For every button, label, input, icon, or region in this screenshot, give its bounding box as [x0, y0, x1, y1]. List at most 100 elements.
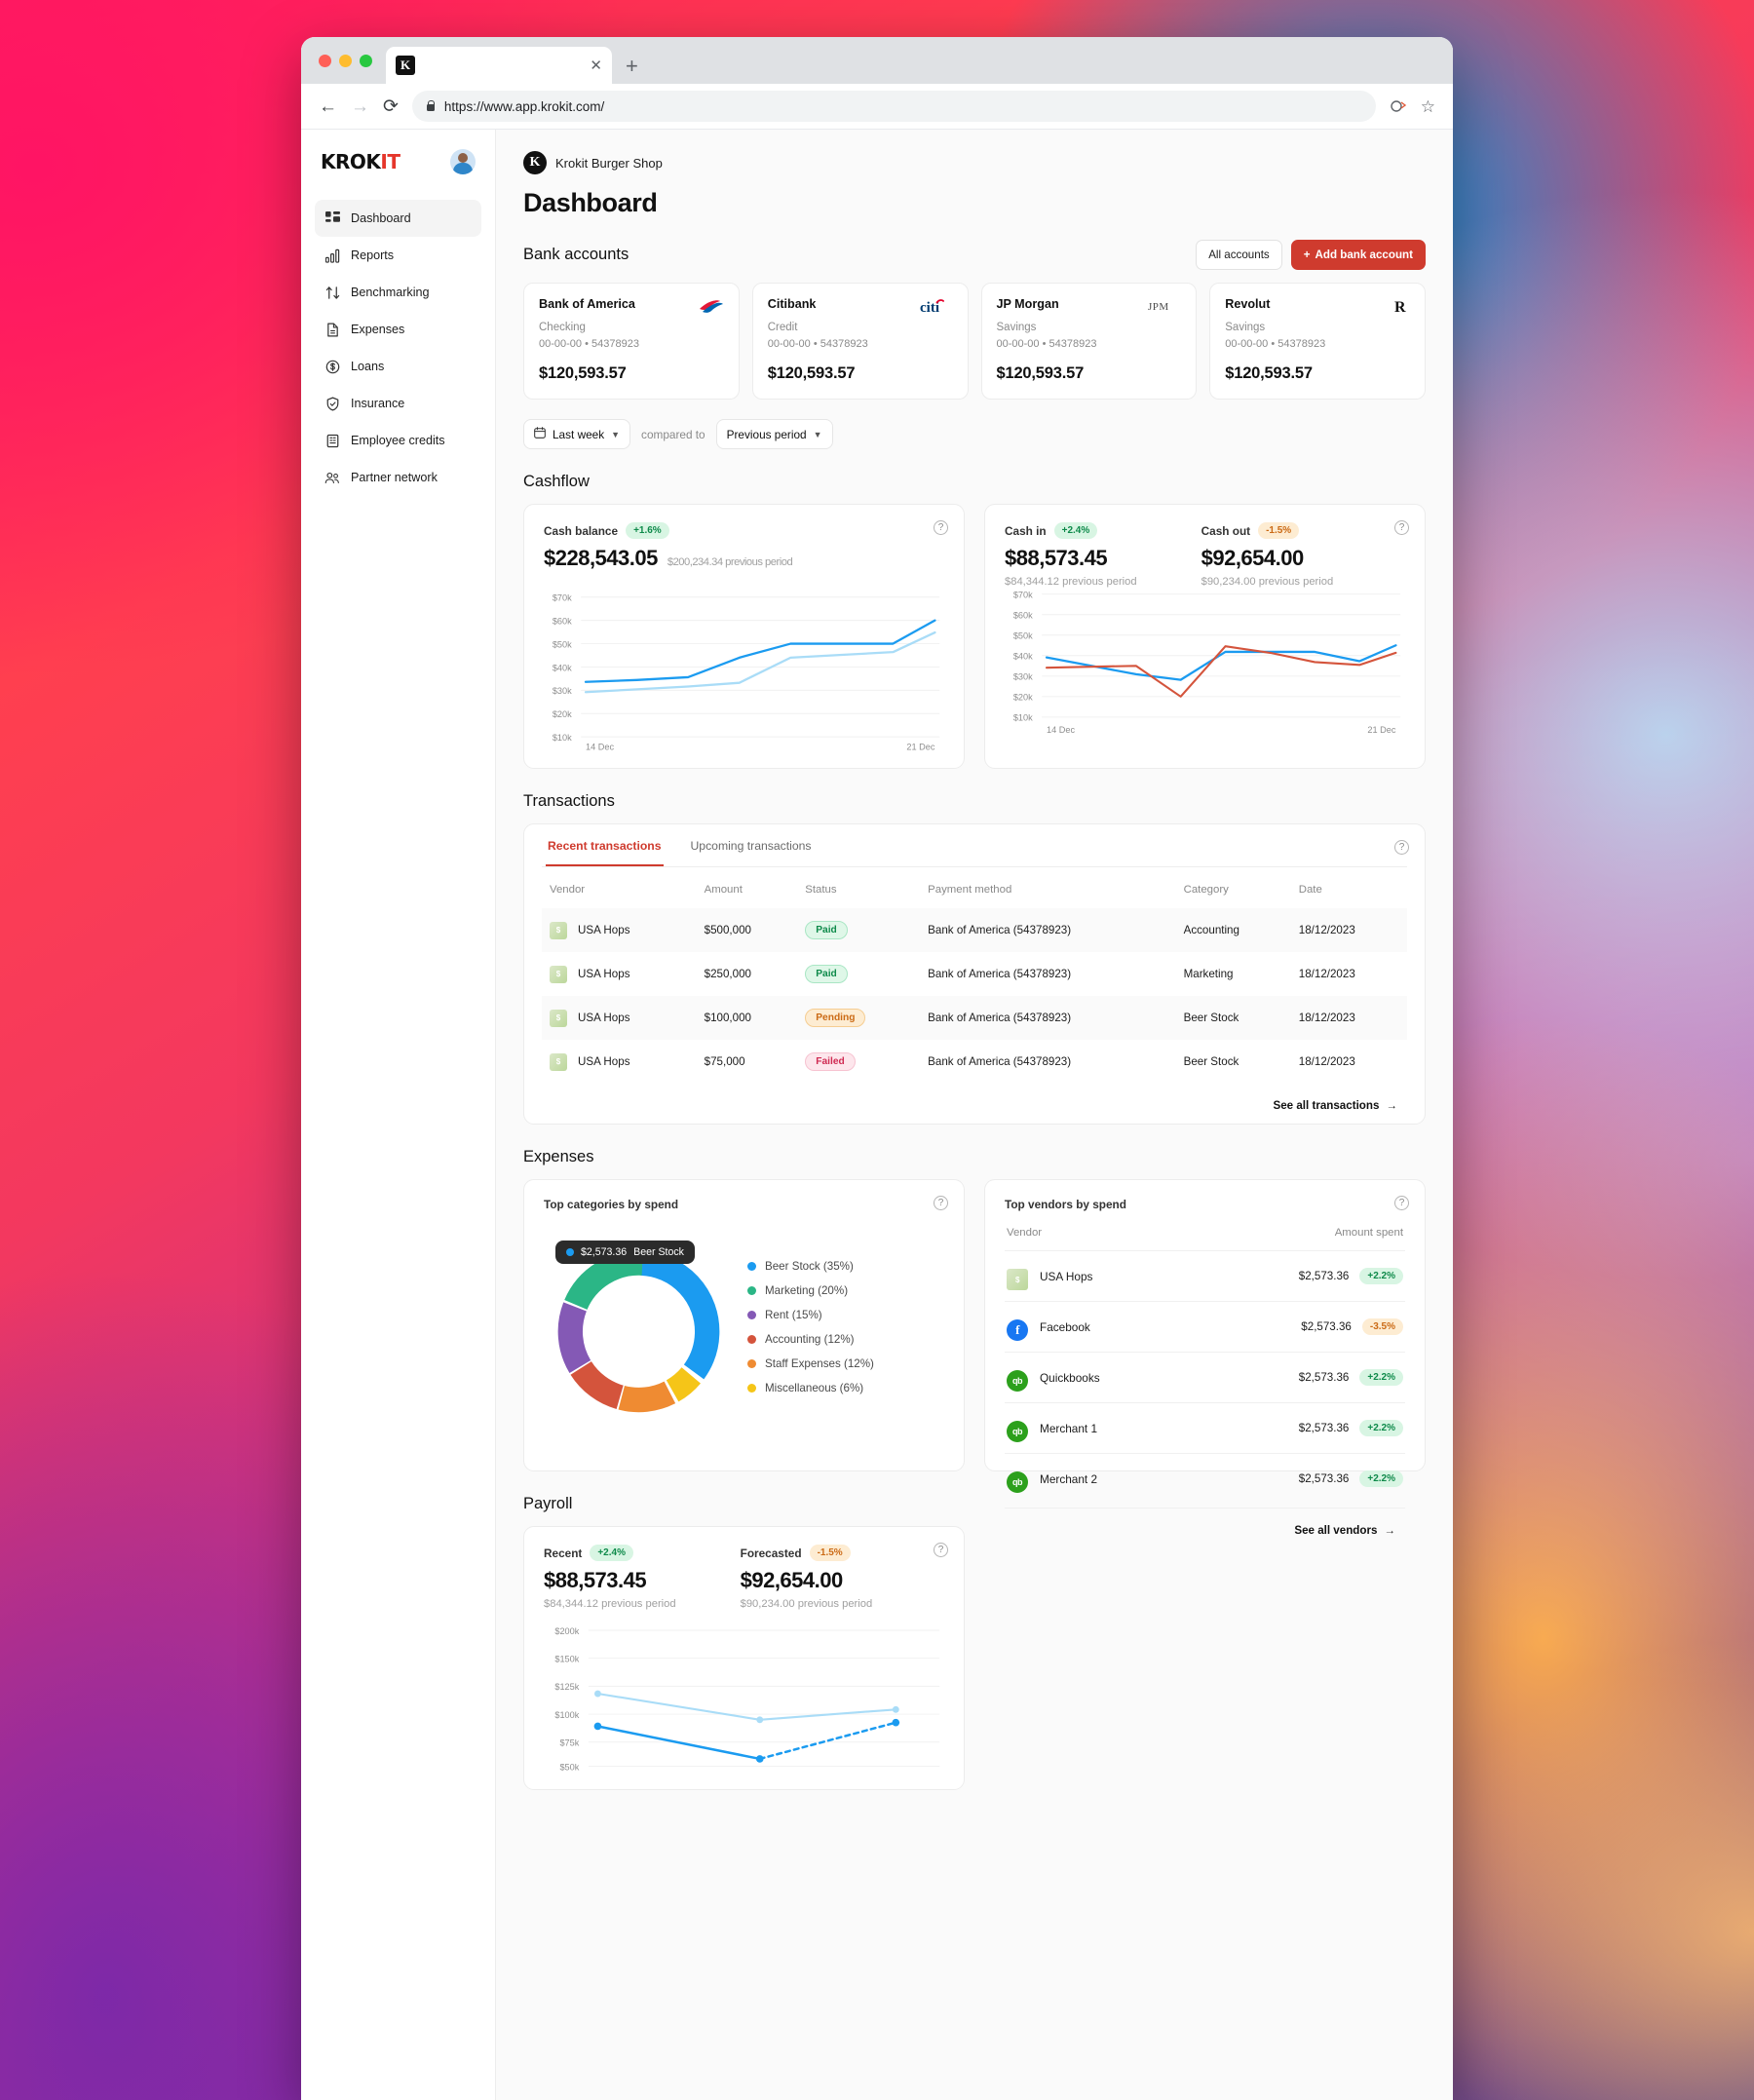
revolut-logo-icon: R — [1394, 297, 1410, 315]
compare-label: compared to — [641, 427, 705, 441]
column-header-date: Date — [1298, 884, 1322, 897]
browser-tabstrip: K ✕ + — [301, 37, 1453, 84]
extensions-icon[interactable] — [1390, 97, 1407, 115]
tab-recent-transactions[interactable]: Recent transactions — [546, 824, 664, 867]
bank-account-cards: Bank of America Checking 00-00-00 • 5437… — [523, 283, 1426, 400]
vendor-amount: $2,573.36 — [1301, 1320, 1352, 1334]
tab-upcoming-transactions[interactable]: Upcoming transactions — [689, 824, 814, 866]
bank-account-card[interactable]: Citibank citi Credit 00-00-00 • 54378923… — [751, 283, 969, 400]
see-all-vendors-link[interactable]: See all vendors → — [1005, 1508, 1405, 1543]
legend-label: Marketing (20%) — [765, 1284, 849, 1298]
svg-text:$50k: $50k — [553, 639, 572, 649]
breadcrumb: K Krokit Burger Shop — [523, 151, 1426, 174]
payroll-recent-metric: Recent +2.4% $88,573.45 $84,344.12 previ… — [544, 1545, 676, 1610]
svg-text:$60k: $60k — [553, 616, 572, 626]
lock-icon — [426, 100, 436, 112]
cell-date: 18/12/2023 — [1298, 1012, 1355, 1025]
bank-account-card[interactable]: JP Morgan JPM Savings 00-00-00 • 5437892… — [980, 283, 1198, 400]
cash-in-label: Cash in — [1005, 523, 1047, 538]
dollar-circle-icon — [324, 359, 340, 374]
table-row[interactable]: $ USA Hops $100,000 Pending Bank of Ameri… — [542, 996, 1407, 1041]
help-icon[interactable]: ? — [934, 1196, 948, 1211]
sidebar-item-dashboard[interactable]: Dashboard — [315, 200, 481, 237]
address-bar[interactable]: https://www.app.krokit.com/ — [411, 91, 1376, 122]
sidebar-item-employee-credits[interactable]: Employee credits — [315, 422, 481, 459]
help-icon[interactable]: ? — [934, 1543, 948, 1558]
sidebar-item-partner-network[interactable]: Partner network — [315, 459, 481, 496]
vendor-name: USA Hops — [1040, 1269, 1093, 1283]
sidebar-item-benchmarking[interactable]: Benchmarking — [315, 274, 481, 311]
svg-text:$125k: $125k — [554, 1683, 579, 1693]
vendor-logo-icon: $ — [550, 1009, 567, 1027]
cash-out-previous: $90,234.00 previous period — [1201, 576, 1334, 588]
forward-icon[interactable]: → — [351, 97, 369, 116]
table-row[interactable]: $ USA Hops $500,000 Paid Bank of America … — [542, 908, 1407, 953]
bookmark-icon[interactable]: ☆ — [1421, 98, 1435, 115]
close-tab-icon[interactable]: ✕ — [590, 58, 602, 73]
citi-logo-icon: citi — [920, 297, 953, 315]
sidebar-item-insurance[interactable]: Insurance — [315, 385, 481, 422]
cash-in-out-metrics: Cash in +2.4% $88,573.45 $84,344.12 prev… — [1005, 522, 1405, 588]
vendor-row[interactable]: qb Quickbooks $2,573.36 +2.2% — [1005, 1352, 1405, 1402]
table-row[interactable]: $ USA Hops $250,000 Paid Bank of America … — [542, 952, 1407, 996]
all-accounts-button[interactable]: All accounts — [1196, 240, 1282, 270]
table-row[interactable]: $ USA Hops $75,000 Failed Bank of America… — [542, 1040, 1407, 1084]
sidebar-item-reports[interactable]: Reports — [315, 237, 481, 274]
vendor-name: Merchant 2 — [1040, 1471, 1098, 1486]
sidebar-item-label: Benchmarking — [351, 286, 430, 299]
svg-text:$20k: $20k — [1013, 693, 1033, 703]
svg-text:$100k: $100k — [554, 1710, 579, 1720]
close-window-button[interactable] — [319, 54, 331, 67]
vendor-row[interactable]: qb Merchant 2 $2,573.36 +2.2% — [1005, 1453, 1405, 1504]
cash-in-metric: Cash in +2.4% $88,573.45 $84,344.12 prev… — [1005, 522, 1137, 588]
svg-text:$50k: $50k — [1013, 631, 1033, 641]
see-all-transactions-link[interactable]: See all transactions → — [542, 1084, 1407, 1118]
cell-category: Marketing — [1183, 968, 1234, 981]
sidebar-item-expenses[interactable]: Expenses — [315, 311, 481, 348]
vendor-row[interactable]: $ USA Hops $2,573.36 +2.2% — [1005, 1250, 1405, 1301]
vendor-delta: -3.5% — [1361, 1318, 1403, 1336]
cash-balance-value-row: $228,543.05 $200,234.34 previous period — [544, 546, 944, 571]
cell-vendor: USA Hops — [578, 968, 630, 981]
vendor-delta: +2.2% — [1359, 1369, 1403, 1387]
vendor-row[interactable]: qb Merchant 1 $2,573.36 +2.2% — [1005, 1402, 1405, 1453]
period-select[interactable]: Last week ▼ — [523, 419, 631, 449]
app-logo[interactable]: KROKIT — [321, 150, 400, 173]
browser-window: K ✕ + ← → ⟳ https://www.app.krokit.com/ … — [301, 37, 1453, 2100]
vendor-amount: $2,573.36 — [1298, 1422, 1350, 1435]
vendor-amount: $2,573.36 — [1298, 1371, 1350, 1385]
bank-account-card[interactable]: Bank of America Checking 00-00-00 • 5437… — [523, 283, 740, 400]
document-icon — [324, 322, 340, 337]
svg-text:$75k: $75k — [559, 1738, 579, 1748]
legend-item: Marketing (20%) — [747, 1284, 874, 1297]
add-bank-account-button[interactable]: + Add bank account — [1290, 240, 1426, 270]
cell-date: 18/12/2023 — [1298, 1055, 1355, 1069]
minimize-window-button[interactable] — [339, 54, 352, 67]
help-icon[interactable]: ? — [1394, 520, 1409, 535]
reload-icon[interactable]: ⟳ — [383, 97, 399, 116]
help-icon[interactable]: ? — [934, 520, 948, 535]
maximize-window-button[interactable] — [360, 54, 372, 67]
logo-main: KROK — [321, 150, 381, 173]
payroll-grid: ? Recent +2.4% $88,573.45 $84,344.12 pre… — [523, 1526, 1426, 1790]
vendor-row[interactable]: f Facebook $2,573.36 -3.5% — [1005, 1301, 1405, 1352]
vendor-name: Merchant 1 — [1040, 1421, 1098, 1435]
avatar[interactable] — [450, 149, 476, 174]
browser-tab[interactable]: K ✕ — [386, 47, 612, 84]
browser-toolbar: ← → ⟳ https://www.app.krokit.com/ ☆ — [301, 84, 1453, 130]
calendar-icon — [534, 427, 546, 441]
column-header-vendor: Vendor — [1007, 1227, 1043, 1240]
svg-text:$70k: $70k — [553, 593, 572, 603]
payroll-panel: ? Recent +2.4% $88,573.45 $84,344.12 pre… — [523, 1526, 965, 1790]
vendor-delta: +2.2% — [1359, 1268, 1403, 1285]
status-badge: Failed — [805, 1052, 856, 1072]
back-icon[interactable]: ← — [319, 97, 337, 116]
help-icon[interactable]: ? — [1394, 1196, 1409, 1211]
bank-account-card[interactable]: Revolut R Savings 00-00-00 • 54378923 $1… — [1209, 283, 1426, 400]
page-title: Dashboard — [523, 188, 658, 217]
sidebar-item-loans[interactable]: Loans — [315, 348, 481, 385]
cash-balance-previous: $200,234.34 previous period — [667, 556, 793, 568]
compare-period-select[interactable]: Previous period ▼ — [715, 419, 833, 449]
new-tab-icon[interactable]: + — [626, 56, 638, 77]
add-bank-account-label: Add bank account — [1315, 248, 1414, 261]
